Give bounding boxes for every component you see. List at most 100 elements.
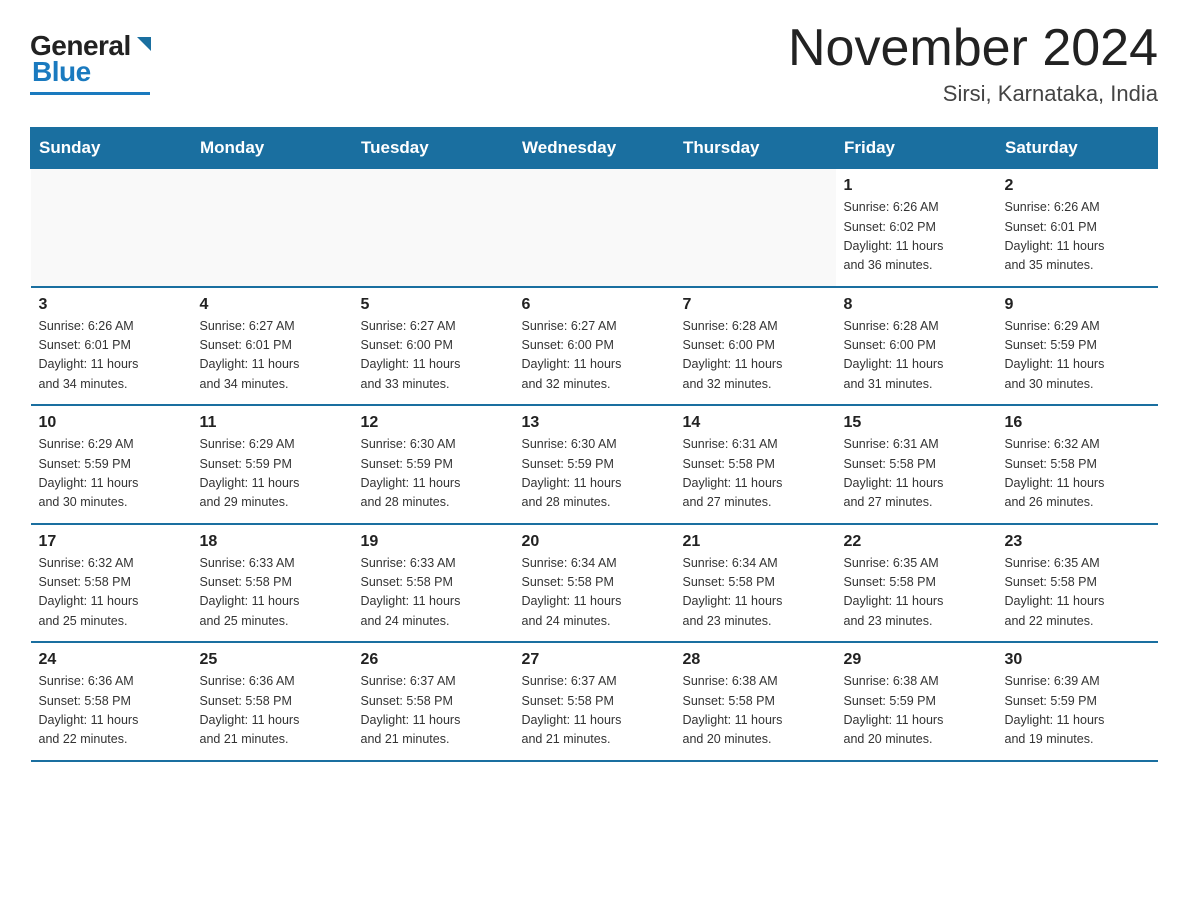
calendar-day-cell: 16 Sunrise: 6:32 AMSunset: 5:58 PMDayligh… <box>997 405 1158 524</box>
day-info: Sunrise: 6:29 AMSunset: 5:59 PMDaylight:… <box>39 435 184 513</box>
logo-blue-text: Blue <box>32 56 91 88</box>
day-number: 20 <box>522 533 667 551</box>
day-info: Sunrise: 6:33 AMSunset: 5:58 PMDaylight:… <box>361 554 506 632</box>
day-info: Sunrise: 6:27 AMSunset: 6:00 PMDaylight:… <box>522 317 667 395</box>
month-year-title: November 2024 <box>788 20 1158 77</box>
calendar-day-cell: 12Sunrise: 6:30 AMSunset: 5:59 PMDayligh… <box>353 405 514 524</box>
calendar-day-cell: 25Sunrise: 6:36 AMSunset: 5:58 PMDayligh… <box>192 642 353 761</box>
calendar-day-cell: 11Sunrise: 6:29 AMSunset: 5:59 PMDayligh… <box>192 405 353 524</box>
day-number: 8 <box>844 296 989 314</box>
day-number: 25 <box>200 651 345 669</box>
weekday-header-wednesday: Wednesday <box>514 128 675 169</box>
day-number: 3 <box>39 296 184 314</box>
calendar-day-cell <box>675 169 836 287</box>
calendar-day-cell: 2 Sunrise: 6:26 AMSunset: 6:01 PMDaylight… <box>997 169 1158 287</box>
calendar-day-cell: 23 Sunrise: 6:35 AMSunset: 5:58 PMDayligh… <box>997 524 1158 643</box>
day-number: 22 <box>844 533 989 551</box>
day-info: Sunrise: 6:31 AMSunset: 5:58 PMDaylight:… <box>683 435 828 513</box>
day-number: 28 <box>683 651 828 669</box>
day-info: Sunrise: 6:31 AMSunset: 5:58 PMDaylight:… <box>844 435 989 513</box>
calendar-week-row: 17 Sunrise: 6:32 AMSunset: 5:58 PMDayligh… <box>31 524 1158 643</box>
day-number: 26 <box>361 651 506 669</box>
calendar-day-cell: 8 Sunrise: 6:28 AMSunset: 6:00 PMDaylight… <box>836 287 997 406</box>
day-info: Sunrise: 6:26 AMSunset: 6:01 PMDaylight:… <box>1005 198 1150 276</box>
day-info: Sunrise: 6:36 AMSunset: 5:58 PMDaylight:… <box>39 672 184 750</box>
logo: General Blue <box>30 20 155 95</box>
calendar-day-cell: 18Sunrise: 6:33 AMSunset: 5:58 PMDayligh… <box>192 524 353 643</box>
day-number: 21 <box>683 533 828 551</box>
calendar-day-cell: 6 Sunrise: 6:27 AMSunset: 6:00 PMDaylight… <box>514 287 675 406</box>
weekday-header-tuesday: Tuesday <box>353 128 514 169</box>
day-number: 2 <box>1005 177 1150 195</box>
day-info: Sunrise: 6:35 AMSunset: 5:58 PMDaylight:… <box>1005 554 1150 632</box>
day-number: 12 <box>361 414 506 432</box>
weekday-header-monday: Monday <box>192 128 353 169</box>
day-number: 15 <box>844 414 989 432</box>
day-info: Sunrise: 6:27 AMSunset: 6:00 PMDaylight:… <box>361 317 506 395</box>
day-info: Sunrise: 6:37 AMSunset: 5:58 PMDaylight:… <box>522 672 667 750</box>
title-area: November 2024 Sirsi, Karnataka, India <box>788 20 1158 107</box>
calendar-table: SundayMondayTuesdayWednesdayThursdayFrid… <box>30 127 1158 762</box>
day-info: Sunrise: 6:26 AMSunset: 6:01 PMDaylight:… <box>39 317 184 395</box>
day-info: Sunrise: 6:29 AMSunset: 5:59 PMDaylight:… <box>1005 317 1150 395</box>
calendar-day-cell: 15 Sunrise: 6:31 AMSunset: 5:58 PMDayligh… <box>836 405 997 524</box>
calendar-day-cell <box>353 169 514 287</box>
weekday-header-saturday: Saturday <box>997 128 1158 169</box>
calendar-day-cell: 13 Sunrise: 6:30 AMSunset: 5:59 PMDayligh… <box>514 405 675 524</box>
day-info: Sunrise: 6:34 AMSunset: 5:58 PMDaylight:… <box>522 554 667 632</box>
day-info: Sunrise: 6:38 AMSunset: 5:59 PMDaylight:… <box>844 672 989 750</box>
day-number: 23 <box>1005 533 1150 551</box>
calendar-day-cell: 20 Sunrise: 6:34 AMSunset: 5:58 PMDayligh… <box>514 524 675 643</box>
calendar-week-row: 10Sunrise: 6:29 AMSunset: 5:59 PMDayligh… <box>31 405 1158 524</box>
calendar-day-cell: 26 Sunrise: 6:37 AMSunset: 5:58 PMDayligh… <box>353 642 514 761</box>
calendar-day-cell: 19 Sunrise: 6:33 AMSunset: 5:58 PMDayligh… <box>353 524 514 643</box>
calendar-day-cell <box>514 169 675 287</box>
day-info: Sunrise: 6:37 AMSunset: 5:58 PMDaylight:… <box>361 672 506 750</box>
day-number: 29 <box>844 651 989 669</box>
weekday-header-thursday: Thursday <box>675 128 836 169</box>
calendar-day-cell: 27 Sunrise: 6:37 AMSunset: 5:58 PMDayligh… <box>514 642 675 761</box>
day-info: Sunrise: 6:29 AMSunset: 5:59 PMDaylight:… <box>200 435 345 513</box>
calendar-day-cell: 7 Sunrise: 6:28 AMSunset: 6:00 PMDaylight… <box>675 287 836 406</box>
day-info: Sunrise: 6:30 AMSunset: 5:59 PMDaylight:… <box>522 435 667 513</box>
day-number: 16 <box>1005 414 1150 432</box>
calendar-day-cell: 9 Sunrise: 6:29 AMSunset: 5:59 PMDaylight… <box>997 287 1158 406</box>
logo-underline <box>30 92 150 95</box>
day-info: Sunrise: 6:38 AMSunset: 5:58 PMDaylight:… <box>683 672 828 750</box>
logo-triangle-icon <box>133 33 155 55</box>
calendar-day-cell: 4Sunrise: 6:27 AMSunset: 6:01 PMDaylight… <box>192 287 353 406</box>
calendar-day-cell: 24 Sunrise: 6:36 AMSunset: 5:58 PMDayligh… <box>31 642 192 761</box>
weekday-header-row: SundayMondayTuesdayWednesdayThursdayFrid… <box>31 128 1158 169</box>
calendar-week-row: 3 Sunrise: 6:26 AMSunset: 6:01 PMDaylight… <box>31 287 1158 406</box>
calendar-day-cell: 21Sunrise: 6:34 AMSunset: 5:58 PMDayligh… <box>675 524 836 643</box>
day-number: 27 <box>522 651 667 669</box>
calendar-day-cell: 28 Sunrise: 6:38 AMSunset: 5:58 PMDayligh… <box>675 642 836 761</box>
day-number: 19 <box>361 533 506 551</box>
calendar-day-cell: 29 Sunrise: 6:38 AMSunset: 5:59 PMDayligh… <box>836 642 997 761</box>
day-info: Sunrise: 6:28 AMSunset: 6:00 PMDaylight:… <box>683 317 828 395</box>
day-info: Sunrise: 6:39 AMSunset: 5:59 PMDaylight:… <box>1005 672 1150 750</box>
weekday-header-sunday: Sunday <box>31 128 192 169</box>
day-info: Sunrise: 6:28 AMSunset: 6:00 PMDaylight:… <box>844 317 989 395</box>
calendar-day-cell <box>31 169 192 287</box>
day-info: Sunrise: 6:32 AMSunset: 5:58 PMDaylight:… <box>1005 435 1150 513</box>
day-number: 5 <box>361 296 506 314</box>
calendar-week-row: 24 Sunrise: 6:36 AMSunset: 5:58 PMDayligh… <box>31 642 1158 761</box>
day-number: 13 <box>522 414 667 432</box>
day-number: 17 <box>39 533 184 551</box>
day-info: Sunrise: 6:32 AMSunset: 5:58 PMDaylight:… <box>39 554 184 632</box>
calendar-day-cell: 30 Sunrise: 6:39 AMSunset: 5:59 PMDayligh… <box>997 642 1158 761</box>
location-subtitle: Sirsi, Karnataka, India <box>788 81 1158 107</box>
day-number: 24 <box>39 651 184 669</box>
day-number: 14 <box>683 414 828 432</box>
day-number: 6 <box>522 296 667 314</box>
day-number: 7 <box>683 296 828 314</box>
calendar-day-cell: 14 Sunrise: 6:31 AMSunset: 5:58 PMDayligh… <box>675 405 836 524</box>
weekday-header-friday: Friday <box>836 128 997 169</box>
header: General Blue November 2024 Sirsi, Karnat… <box>30 20 1158 107</box>
day-number: 30 <box>1005 651 1150 669</box>
calendar-day-cell: 17 Sunrise: 6:32 AMSunset: 5:58 PMDayligh… <box>31 524 192 643</box>
day-number: 9 <box>1005 296 1150 314</box>
day-info: Sunrise: 6:26 AMSunset: 6:02 PMDaylight:… <box>844 198 989 276</box>
calendar-day-cell: 1Sunrise: 6:26 AMSunset: 6:02 PMDaylight… <box>836 169 997 287</box>
